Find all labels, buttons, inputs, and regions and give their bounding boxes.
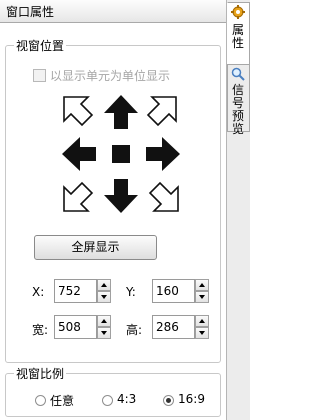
aspect-any-label: 任意 — [50, 394, 75, 408]
aspect-ratio-group-label: 视窗比例 — [14, 365, 67, 382]
tab-signal-preview-label: 信号预览 — [231, 83, 244, 136]
aspect-16-9-label: 16:9 — [178, 392, 205, 406]
width-stepper-down[interactable] — [97, 327, 111, 339]
unit-checkbox-label: 以显示单元为单位显示 — [50, 69, 171, 83]
y-label: Y: — [126, 285, 136, 299]
y-stepper-up[interactable] — [195, 279, 209, 291]
direction-pad — [62, 95, 180, 213]
vertical-tab-strip: 属性 信号预览 — [226, 0, 250, 420]
arrow-right-icon[interactable] — [146, 137, 180, 171]
properties-panel: 视窗位置 以显示单元为单位显示 全屏显示 X: 752 Y: 160 宽: 50… — [0, 23, 226, 420]
magnifier-icon — [231, 67, 245, 81]
height-stepper-up[interactable] — [195, 315, 209, 327]
height-label: 高: — [126, 323, 143, 337]
arrow-down-right-icon[interactable] — [148, 181, 179, 212]
width-stepper-up[interactable] — [97, 315, 111, 327]
width-input[interactable]: 508 — [54, 315, 97, 339]
x-stepper-down[interactable] — [97, 291, 111, 303]
triangle-up-icon — [199, 283, 205, 287]
height-stepper-down[interactable] — [195, 327, 209, 339]
tab-properties[interactable]: 属性 — [227, 2, 250, 66]
tab-properties-label: 属性 — [231, 23, 244, 50]
y-stepper-down[interactable] — [195, 291, 209, 303]
panel-title: 窗口属性 — [6, 5, 55, 19]
center-square-icon[interactable] — [112, 145, 130, 163]
arrow-up-icon[interactable] — [104, 95, 138, 129]
aspect-4-3-radio[interactable] — [102, 395, 113, 406]
y-stepper[interactable] — [195, 279, 209, 303]
width-label: 宽: — [32, 323, 49, 337]
view-position-group-label: 视窗位置 — [14, 37, 67, 54]
panel-header: 窗口属性 — [0, 0, 226, 23]
triangle-down-icon — [101, 331, 107, 335]
gear-icon — [231, 5, 245, 19]
triangle-down-icon — [101, 295, 107, 299]
triangle-up-icon — [101, 319, 107, 323]
aspect-16-9-radio[interactable] — [163, 395, 174, 406]
triangle-up-icon — [199, 319, 205, 323]
triangle-down-icon — [199, 331, 205, 335]
fullscreen-button[interactable]: 全屏显示 — [34, 235, 157, 260]
x-label: X: — [32, 285, 45, 299]
aspect-any-radio[interactable] — [35, 395, 46, 406]
triangle-up-icon — [101, 283, 107, 287]
height-stepper[interactable] — [195, 315, 209, 339]
y-input[interactable]: 160 — [152, 279, 195, 303]
x-stepper[interactable] — [97, 279, 111, 303]
arrow-down-icon[interactable] — [104, 179, 138, 213]
arrow-left-icon[interactable] — [62, 137, 96, 171]
width-stepper[interactable] — [97, 315, 111, 339]
x-stepper-up[interactable] — [97, 279, 111, 291]
triangle-down-icon — [199, 295, 205, 299]
height-input[interactable]: 286 — [152, 315, 195, 339]
unit-checkbox[interactable] — [33, 69, 46, 82]
arrow-up-right-icon[interactable] — [146, 96, 177, 127]
arrow-up-left-icon[interactable] — [63, 96, 94, 127]
x-input[interactable]: 752 — [54, 279, 97, 303]
tab-signal-preview[interactable]: 信号预览 — [227, 64, 250, 136]
arrow-down-left-icon[interactable] — [63, 181, 94, 212]
aspect-4-3-label: 4:3 — [117, 392, 137, 406]
